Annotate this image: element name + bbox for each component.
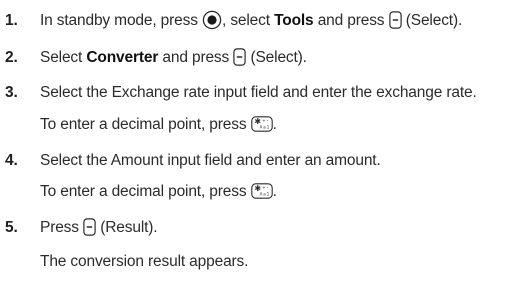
menu-converter-label: Converter xyxy=(86,49,159,66)
step-text: Select Converter and press (Select). xyxy=(40,48,307,68)
step-2-text-c: and press xyxy=(162,49,230,66)
svg-text:A a 1: A a 1 xyxy=(259,125,269,130)
star-key-icon: ✱ + ⁃ A a 1 xyxy=(250,183,273,199)
step-text: Press (Result). xyxy=(40,218,158,238)
step-text: In standby mode, press , select Tools an… xyxy=(40,10,463,31)
note-text-b: . xyxy=(272,116,277,133)
star-key-icon: ✱ + ⁃ A a 1 xyxy=(250,116,273,132)
step-2-text-a: Select xyxy=(40,49,83,66)
step-number: 5. xyxy=(5,219,18,236)
instruction-page: 1. In standby mode, press , select Tools… xyxy=(0,0,529,283)
soft-key-icon xyxy=(388,11,402,29)
step-5-text-b: (Result). xyxy=(100,219,158,236)
step-number: 4. xyxy=(5,152,18,169)
note-text: The conversion result appears. xyxy=(40,253,249,270)
step-number: 3. xyxy=(5,84,18,101)
soft-key-icon xyxy=(83,218,96,236)
note-text: To enter a decimal point, press ✱ + ⁃ A a … xyxy=(40,182,277,202)
step-1-text-a: In standby mode, press xyxy=(40,12,198,30)
step-number: 1. xyxy=(5,12,18,29)
step-2-text-d: (Select). xyxy=(250,49,307,66)
svg-text:+ ⁃: + ⁃ xyxy=(262,118,268,123)
nav-center-key-icon xyxy=(202,10,222,30)
step-number: 2. xyxy=(5,49,18,66)
soft-key-icon xyxy=(233,48,247,66)
step-5-text-a: Press xyxy=(40,219,79,236)
note-text-a: To enter a decimal point, press xyxy=(40,183,247,200)
svg-text:A a 1: A a 1 xyxy=(259,192,269,197)
step-1-text-d: and press xyxy=(317,12,385,30)
step-text: Select the Exchange rate input field and… xyxy=(40,84,477,101)
note-text: To enter a decimal point, press ✱ + ⁃ A a … xyxy=(40,115,277,135)
step-text: Select the Amount input field and enter … xyxy=(40,152,381,169)
step-1-text-b: , select xyxy=(222,12,270,30)
step-1-text-e: (Select). xyxy=(405,12,463,30)
svg-text:+ ⁃: + ⁃ xyxy=(262,185,268,190)
note-text-b: . xyxy=(272,183,277,200)
note-text-a: To enter a decimal point, press xyxy=(40,116,247,133)
menu-tools-label: Tools xyxy=(274,12,314,30)
